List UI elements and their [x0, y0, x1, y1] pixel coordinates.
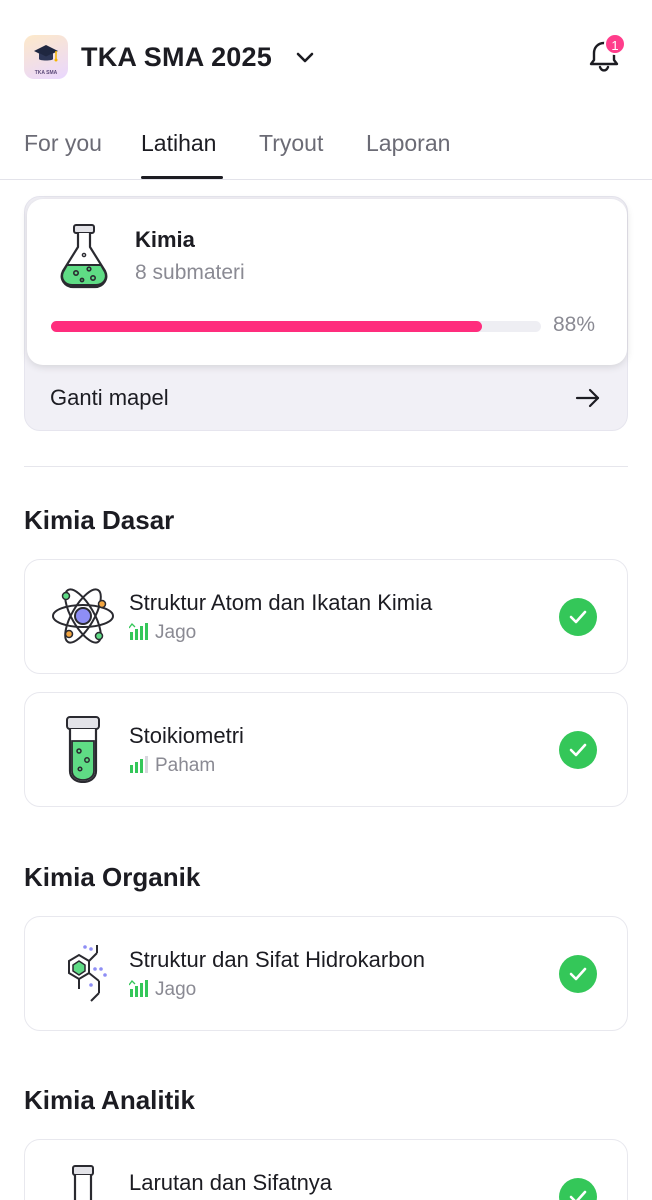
level-jago-icon — [129, 980, 148, 997]
active-tab-indicator — [141, 176, 223, 179]
tab-bar: For you Latihan Tryout Laporan — [0, 110, 652, 180]
subject-panel: Kimia 8 submateri 88% Ganti mapel — [24, 196, 628, 431]
completed-check-icon — [559, 598, 597, 636]
topic-name: Struktur dan Sifat Hidrokarbon — [129, 947, 425, 972]
notification-badge: 1 — [604, 33, 626, 55]
topic-level: Paham — [129, 755, 215, 777]
topic-name: Struktur Atom dan Ikatan Kimia — [129, 590, 433, 615]
tab-latihan[interactable]: Latihan — [141, 130, 216, 157]
test-tube-icon — [66, 716, 100, 783]
completed-check-icon — [559, 1178, 597, 1200]
flask-icon — [60, 224, 108, 289]
app-title[interactable]: TKA SMA 2025 — [81, 42, 272, 73]
completed-check-icon — [559, 731, 597, 769]
topic-level-label: Jago — [155, 979, 197, 1000]
subject-card[interactable]: Kimia 8 submateri 88% — [27, 199, 627, 365]
section-title-kimia-organik: Kimia Organik — [24, 862, 201, 892]
section-title-kimia-dasar: Kimia Dasar — [24, 505, 175, 535]
logo-text: TKA SMA — [34, 70, 58, 76]
level-paham-icon — [130, 756, 148, 773]
tab-for-you[interactable]: For you — [24, 130, 102, 157]
topic-level: Jago — [129, 622, 196, 644]
topic-name: Larutan dan Sifatnya — [129, 1170, 333, 1195]
tab-laporan[interactable]: Laporan — [366, 130, 450, 157]
topic-level-label: Paham — [155, 755, 216, 776]
subject-progress-fill — [51, 321, 483, 332]
test-tube-icon — [72, 1165, 94, 1200]
section-title-kimia-analitik: Kimia Analitik — [24, 1085, 195, 1115]
topic-card[interactable]: Stoikiometri Paham — [24, 692, 628, 807]
chevron-down-icon[interactable] — [294, 48, 316, 68]
topic-card[interactable]: Larutan dan Sifatnya — [24, 1139, 628, 1200]
atom-icon — [52, 588, 114, 644]
topic-card[interactable]: Struktur Atom dan Ikatan Kimia Jago — [24, 559, 628, 674]
subject-name: Kimia — [135, 227, 195, 252]
app-logo[interactable]: TKA SMA — [24, 35, 68, 79]
topic-card[interactable]: Struktur dan Sifat Hidrokarbon Jago — [24, 916, 628, 1031]
subject-submateri-count: 8 submateri — [135, 261, 245, 284]
topic-level: Jago — [129, 979, 196, 1001]
graduation-cap-icon — [34, 45, 58, 62]
completed-check-icon — [559, 955, 597, 993]
arrow-right-icon — [575, 388, 600, 408]
change-subject-label: Ganti mapel — [50, 385, 169, 410]
tab-tryout[interactable]: Tryout — [259, 130, 323, 157]
divider — [24, 466, 628, 467]
level-jago-icon — [129, 623, 148, 640]
subject-progress-bar — [51, 321, 541, 332]
molecule-icon — [68, 945, 107, 1002]
app-header: TKA SMA TKA SMA 2025 1 — [0, 0, 652, 110]
topic-name: Stoikiometri — [129, 723, 244, 748]
topic-level-label: Jago — [155, 622, 197, 643]
change-subject-button[interactable]: Ganti mapel — [25, 365, 629, 431]
subject-progress-percent: 88% — [553, 313, 596, 336]
